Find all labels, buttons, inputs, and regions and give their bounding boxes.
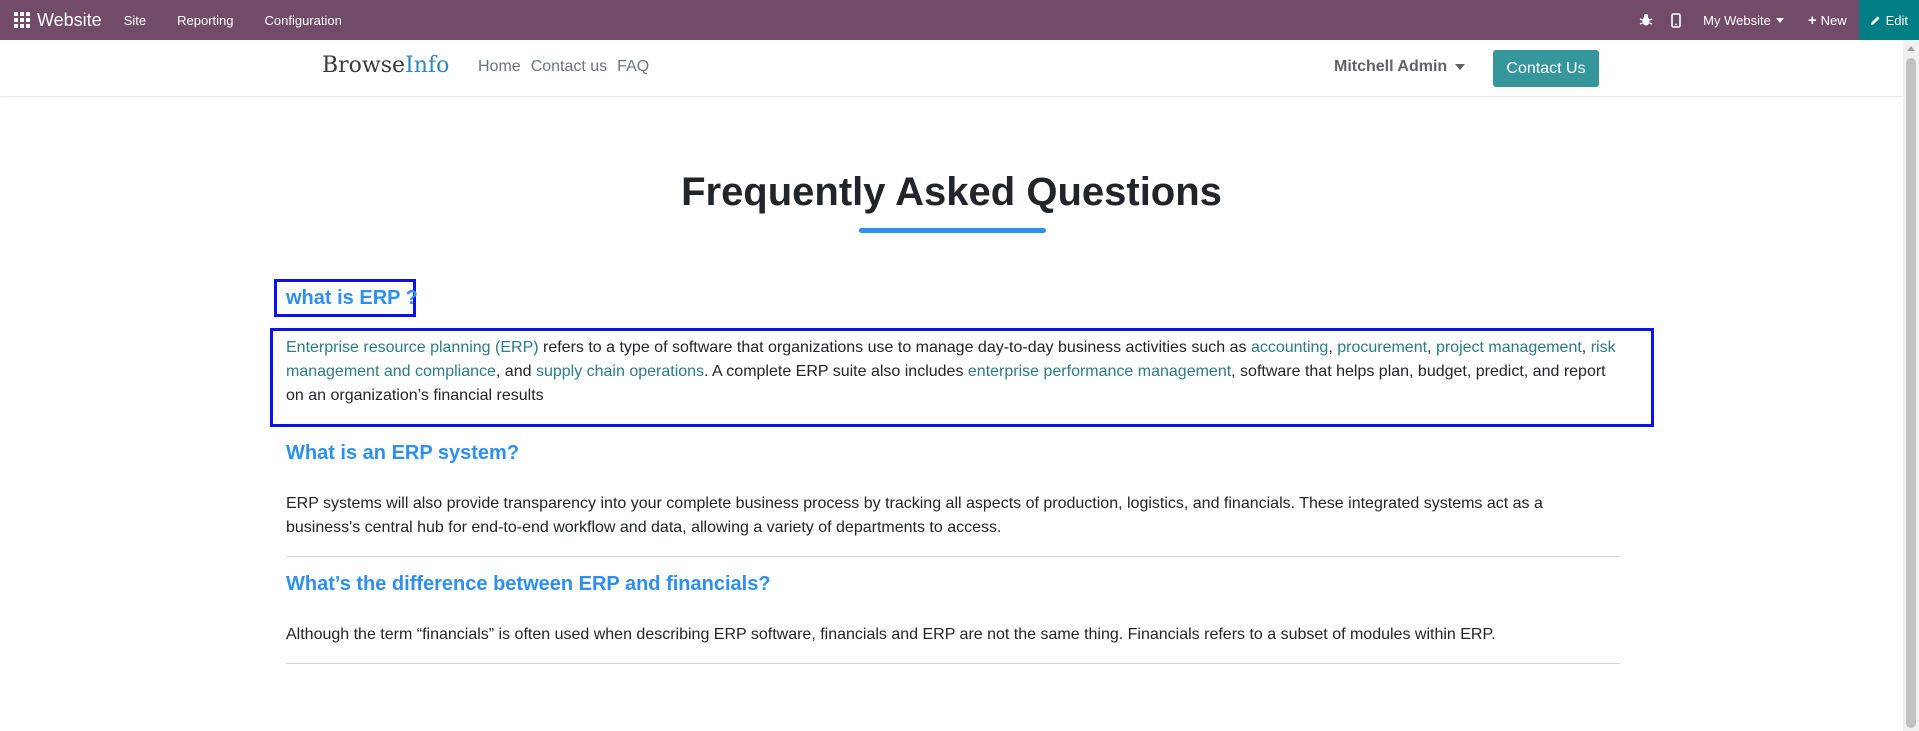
faq-question-3[interactable]: What’s the difference between ERP and fi…	[286, 573, 771, 596]
answer-link[interactable]: supply chain operations	[536, 363, 704, 380]
debug-bug-icon[interactable]	[1631, 0, 1661, 40]
faq-answer-2: ERP systems will also provide transparen…	[286, 495, 1543, 536]
answer-link[interactable]: enterprise performance management	[968, 363, 1231, 380]
faq-divider	[286, 663, 1620, 664]
plus-icon: +	[1807, 11, 1817, 29]
page-title: Frequently Asked Questions	[681, 170, 1222, 214]
mobile-preview-icon[interactable]	[1661, 0, 1691, 40]
menu-reporting[interactable]: Reporting	[177, 13, 233, 28]
answer-text: ,	[1581, 339, 1591, 356]
site-logo[interactable]: BrowseInfo	[322, 53, 449, 78]
answer-text: . A complete ERP suite also includes	[704, 363, 968, 380]
nav-link-faq[interactable]: FAQ	[617, 58, 649, 76]
page-scrollbar[interactable]	[1903, 40, 1919, 731]
scroll-up-arrow-icon[interactable]	[1907, 46, 1915, 51]
nav-link-home[interactable]: Home	[478, 58, 521, 76]
user-name: Mitchell Admin	[1334, 58, 1448, 75]
faq-question-1[interactable]: what is ERP ?	[286, 287, 418, 310]
new-button[interactable]: + New	[1796, 0, 1859, 40]
answer-text: refers to a type of software that organi…	[538, 339, 1251, 356]
answer-link[interactable]: accounting	[1251, 339, 1328, 356]
answer-text: ,	[1427, 339, 1436, 356]
new-button-label: New	[1820, 12, 1847, 28]
chevron-down-icon	[1775, 17, 1784, 23]
menu-site[interactable]: Site	[124, 13, 146, 28]
answer-link[interactable]: procurement	[1337, 339, 1427, 356]
answer-link[interactable]: project management	[1436, 339, 1582, 356]
title-underline	[859, 228, 1046, 233]
answer-link[interactable]: Enterprise resource planning (ERP)	[286, 339, 539, 356]
contact-us-button[interactable]: Contact Us	[1493, 50, 1599, 87]
pencil-icon	[1870, 15, 1880, 25]
nav-link-contact-us[interactable]: Contact us	[531, 58, 607, 76]
website-selector[interactable]: My Website	[1691, 0, 1796, 40]
faq-divider	[286, 556, 1620, 557]
apps-menu-icon[interactable]	[0, 0, 40, 40]
scrollbar-thumb[interactable]	[1906, 58, 1916, 728]
odoo-top-bar: Website Site Reporting Configuration My …	[0, 0, 1919, 40]
answer-text: ,	[1328, 339, 1338, 356]
app-brand[interactable]: Website	[37, 10, 102, 31]
faq-question-2[interactable]: What is an ERP system?	[286, 442, 519, 465]
edit-button-label: Edit	[1885, 12, 1908, 28]
menu-configuration[interactable]: Configuration	[264, 13, 341, 28]
edit-button[interactable]: Edit	[1858, 0, 1919, 40]
faq-answer-3: Although the term “financials” is often …	[286, 626, 1496, 643]
logo-text-info: Info	[405, 53, 450, 78]
faq-answer-1: Enterprise resource planning (ERP) refer…	[286, 336, 1616, 408]
topbar-right-group: My Website + New Edit	[1631, 0, 1919, 40]
site-nav-links: Home Contact us FAQ	[478, 58, 659, 76]
answer-text: , and	[495, 363, 536, 380]
logo-text-browse: Browse	[322, 53, 406, 78]
chevron-down-icon	[1455, 64, 1466, 70]
website-selector-label: My Website	[1703, 12, 1771, 28]
user-menu-dropdown[interactable]: Mitchell Admin	[1334, 58, 1466, 76]
website-header: BrowseInfo Home Contact us FAQ Mitchell …	[0, 40, 1903, 97]
